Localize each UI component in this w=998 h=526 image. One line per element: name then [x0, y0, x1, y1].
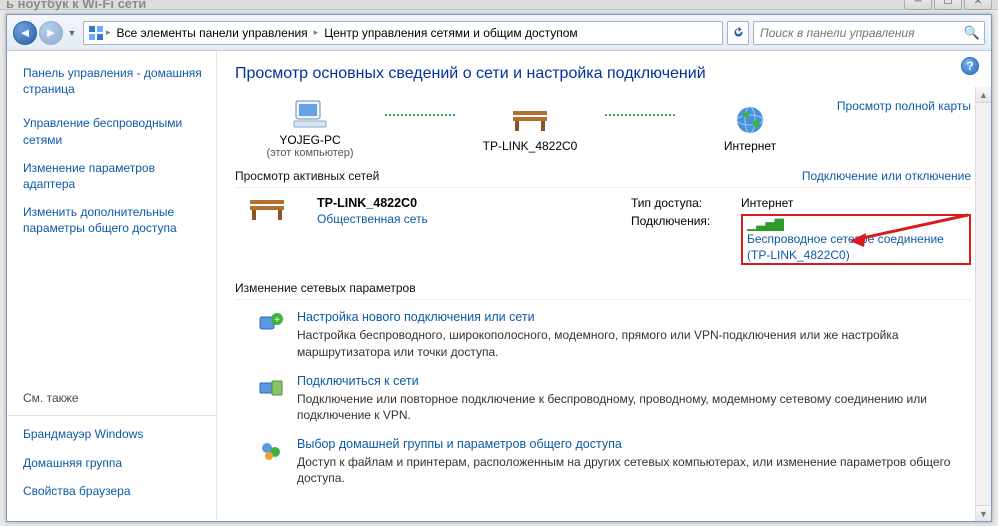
- breadcrumb[interactable]: ▸ Все элементы панели управления ▸ Центр…: [83, 21, 723, 45]
- search-box[interactable]: 🔍: [753, 21, 985, 45]
- homegroup-icon: [257, 437, 285, 465]
- map-node-label: Интернет: [724, 139, 776, 153]
- access-type-label: Тип доступа:: [631, 196, 741, 210]
- forward-button[interactable]: ►: [39, 21, 63, 45]
- active-networks-label: Просмотр активных сетей: [235, 169, 379, 183]
- task-desc: Подключение или повторное подключение к …: [297, 391, 971, 423]
- connect-network-icon: [257, 374, 285, 402]
- search-input[interactable]: [758, 25, 964, 41]
- chevron-right-icon: ▸: [314, 27, 319, 38]
- bench-icon: [235, 196, 299, 265]
- map-node-sublabel: (этот компьютер): [266, 147, 353, 159]
- sidebar-ref-homegroup[interactable]: Домашняя группа: [23, 455, 204, 471]
- scroll-down-button[interactable]: ▼: [976, 505, 991, 521]
- control-panel-window: ◄ ► ▼ ▸ Все элементы панели управления ▸…: [6, 14, 992, 522]
- wireless-connection-link[interactable]: Беспроводное сетевое соединение(TP-LINK_…: [747, 231, 944, 263]
- globe-icon: [735, 103, 765, 137]
- sidebar-home-link[interactable]: Панель управления - домашняя страница: [23, 65, 204, 97]
- active-network-block: TP-LINK_4822C0 Общественная сеть Тип дос…: [235, 196, 971, 265]
- maximize-icon: ☐: [934, 0, 962, 10]
- address-bar: ◄ ► ▼ ▸ Все элементы панели управления ▸…: [7, 15, 991, 51]
- vertical-scrollbar[interactable]: ▲ ▼: [975, 87, 991, 521]
- chevron-right-icon: ▸: [106, 27, 111, 38]
- task-desc: Доступ к файлам и принтерам, расположенн…: [297, 454, 971, 486]
- map-node-internet[interactable]: Интернет: [675, 103, 825, 153]
- sidebar-ref-firewall[interactable]: Брандмауэр Windows: [23, 426, 204, 442]
- computer-icon: [292, 97, 328, 131]
- signal-icon: ▁▃▅▇: [747, 217, 784, 231]
- refresh-button[interactable]: [727, 21, 749, 45]
- map-node-router[interactable]: TP-LINK_4822C0: [455, 103, 605, 153]
- background-window-title: ь ноутбук к Wi-Fi сети: [6, 0, 146, 11]
- breadcrumb-segment[interactable]: Центр управления сетями и общим доступом: [320, 26, 582, 40]
- see-also-label: См. также: [23, 391, 204, 405]
- task-homegroup[interactable]: Выбор домашней группы и параметров общег…: [235, 437, 971, 486]
- map-node-label: YOJEG-PC: [279, 133, 340, 147]
- task-title[interactable]: Выбор домашней группы и параметров общег…: [297, 437, 971, 451]
- network-map: YOJEG-PC (этот компьютер) TP-LINK_4822C0…: [235, 97, 971, 159]
- network-name: TP-LINK_4822C0: [317, 196, 428, 210]
- view-full-map-link[interactable]: Просмотр полной карты: [837, 99, 971, 113]
- main-content: ? Просмотр основных сведений о сети и на…: [217, 51, 991, 521]
- sidebar-ref-browser[interactable]: Свойства браузера: [23, 483, 204, 499]
- connections-label: Подключения:: [631, 214, 741, 265]
- task-connect-network[interactable]: Подключиться к сети Подключение или повт…: [235, 374, 971, 423]
- sidebar-link-sharing-settings[interactable]: Изменить дополнительные параметры общего…: [23, 204, 204, 236]
- minimize-icon: ─: [904, 0, 932, 10]
- connect-disconnect-link[interactable]: Подключение или отключение: [802, 169, 971, 183]
- network-type-link[interactable]: Общественная сеть: [317, 212, 428, 226]
- new-connection-icon: +: [257, 310, 285, 338]
- svg-text:+: +: [274, 315, 280, 326]
- task-title[interactable]: Настройка нового подключения или сети: [297, 310, 971, 324]
- back-button[interactable]: ◄: [13, 21, 37, 45]
- task-new-connection[interactable]: + Настройка нового подключения или сети …: [235, 310, 971, 359]
- sidebar-link-adapter-settings[interactable]: Изменение параметров адаптера: [23, 160, 204, 192]
- search-icon: 🔍: [964, 25, 980, 41]
- highlighted-connection: ▁▃▅▇Беспроводное сетевое соединение(TP-L…: [741, 214, 971, 265]
- sidebar: Панель управления - домашняя страница Уп…: [7, 51, 217, 521]
- close-icon: ✕: [964, 0, 992, 10]
- map-node-this-pc[interactable]: YOJEG-PC (этот компьютер): [235, 97, 385, 159]
- scroll-up-button[interactable]: ▲: [976, 87, 991, 103]
- nav-history-dropdown[interactable]: ▼: [65, 21, 79, 45]
- window-controls-background: ─ ☐ ✕: [904, 0, 992, 10]
- task-title[interactable]: Подключиться к сети: [297, 374, 971, 388]
- bench-icon: [509, 103, 551, 137]
- map-node-label: TP-LINK_4822C0: [483, 139, 578, 153]
- page-title: Просмотр основных сведений о сети и наст…: [235, 65, 971, 83]
- help-icon[interactable]: ?: [961, 57, 979, 75]
- breadcrumb-segment[interactable]: Все элементы панели управления: [113, 26, 312, 40]
- sidebar-link-wireless[interactable]: Управление беспроводными сетями: [23, 115, 204, 147]
- task-desc: Настройка беспроводного, широкополосного…: [297, 327, 971, 359]
- access-type-value: Интернет: [741, 196, 971, 210]
- network-center-icon: [88, 25, 104, 41]
- change-settings-label: Изменение сетевых параметров: [235, 281, 971, 295]
